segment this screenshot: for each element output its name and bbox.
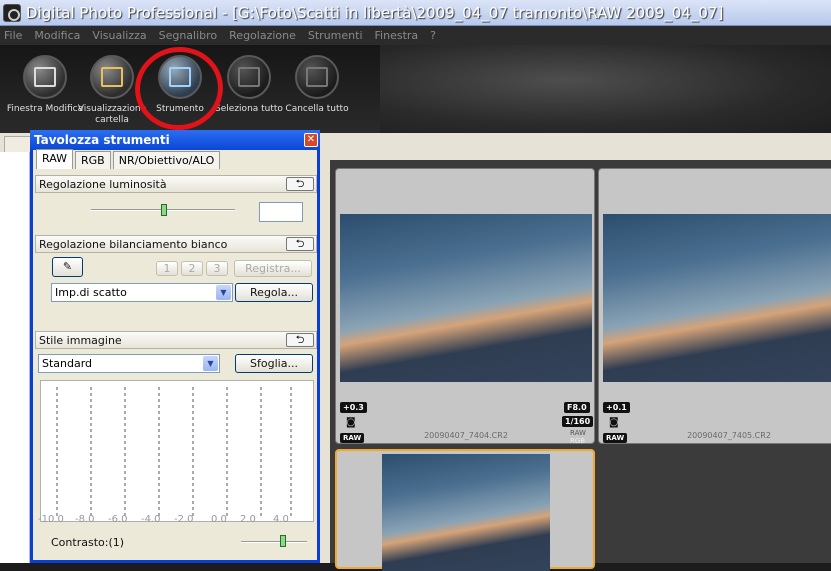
rgb-label: RGB	[570, 437, 586, 445]
menu-regolazione[interactable]: Regolazione	[229, 29, 296, 42]
menu-visualizza[interactable]: Visualizza	[92, 29, 146, 42]
menu-strumenti[interactable]: Strumenti	[308, 29, 363, 42]
thumbnail-image	[382, 454, 550, 571]
exposure-badge: +0.1	[603, 402, 630, 413]
clear-all-button[interactable]: Cancella tutto	[277, 55, 357, 115]
toolbar-background-image	[380, 45, 831, 133]
picture-style-select-value: Standard	[42, 357, 93, 370]
menu-bar: File Modifica Visualizza Segnalibro Rego…	[0, 26, 831, 45]
axis-tick: -6.0	[108, 514, 128, 525]
brightness-reset-icon[interactable]: ⮌	[286, 177, 314, 191]
menu-modifica[interactable]: Modifica	[34, 29, 80, 42]
brightness-value-input[interactable]	[259, 202, 303, 222]
picture-style-select[interactable]: Standard ▼	[38, 354, 220, 373]
axis-tick: 4.0	[273, 514, 289, 525]
axis-tick: 2.0	[240, 514, 256, 525]
browse-button[interactable]: Sfoglia...	[235, 354, 313, 373]
contrast-slider-track[interactable]	[241, 541, 307, 543]
aperture-badge: F8.0	[564, 402, 590, 413]
exposure-badge: +0.3	[340, 402, 367, 413]
brightness-label: Regolazione luminosità	[39, 178, 167, 191]
chevron-down-icon: ▼	[216, 285, 231, 300]
thumbnail-image	[603, 214, 831, 382]
picture-style-section-header: Stile immagine ⮌	[35, 331, 317, 349]
folder-tab[interactable]	[4, 136, 32, 152]
menu-help[interactable]: ?	[430, 29, 436, 42]
axis-tick: 0.0	[211, 514, 227, 525]
picture-style-label: Stile immagine	[39, 334, 122, 347]
panel-title: Tavolozza strumenti	[34, 133, 170, 147]
white-balance-label: Regolazione bilanciamento bianco	[39, 238, 228, 251]
title-bar: Digital Photo Professional - [G:\Foto\Sc…	[0, 0, 831, 26]
raw-label: RAW	[570, 429, 586, 437]
folder-tree-panel	[0, 136, 32, 563]
panel-title-bar[interactable]: Tavolozza strumenti ✕	[30, 130, 320, 150]
white-balance-reset-icon[interactable]: ⮌	[286, 237, 314, 251]
tab-nr-lens-alo[interactable]: NR/Obiettivo/ALO	[112, 151, 221, 169]
raw-badge: RAW	[603, 433, 628, 443]
shutter-badge: 1/160	[562, 416, 594, 427]
white-balance-select-value: Imp.di scatto	[55, 286, 127, 299]
tool-palette-window: Tavolozza strumenti ✕ RAW RGB NR/Obietti…	[30, 130, 320, 563]
clear-all-label: Cancella tutto	[285, 104, 349, 114]
tab-raw[interactable]: RAW	[36, 149, 73, 169]
select-all-icon	[227, 55, 271, 99]
tab-rgb[interactable]: RGB	[75, 151, 111, 169]
close-icon[interactable]: ✕	[304, 133, 318, 147]
wb-slot-1-button[interactable]: 1	[156, 261, 178, 276]
tone-curve-graph[interactable]	[40, 380, 314, 522]
thumbnail-image	[340, 214, 592, 382]
wb-slot-3-button[interactable]: 3	[206, 261, 228, 276]
menu-finestra[interactable]: Finestra	[375, 29, 419, 42]
camera-icon: ◙	[609, 417, 619, 428]
thumbnail-filename: 20090407_7405.CR2	[687, 431, 771, 440]
edit-window-icon	[23, 55, 67, 99]
camera-icon: ◙	[346, 417, 356, 428]
eyedropper-button[interactable]: ✎	[52, 257, 83, 277]
thumbnail-card[interactable]: +0.1 ◙ RAW 20090407_7405.CR2	[598, 168, 831, 444]
axis-tick: -8.0	[75, 514, 95, 525]
contrast-label: Contrasto:(1)	[51, 536, 125, 549]
raw-badge: RAW	[340, 433, 365, 443]
toolbar: Finestra Modifica Visualizzazione cartel…	[0, 45, 831, 133]
adjust-button[interactable]: Regola...	[235, 283, 313, 302]
brightness-section-header: Regolazione luminosità ⮌	[35, 175, 317, 193]
chevron-down-icon: ▼	[203, 356, 218, 371]
brightness-slider-handle[interactable]	[161, 204, 167, 216]
panel-tabs: RAW RGB NR/Obiettivo/ALO	[36, 149, 222, 169]
picture-style-reset-icon[interactable]: ⮌	[286, 333, 314, 347]
white-balance-section-header: Regolazione bilanciamento bianco ⮌	[35, 235, 317, 253]
thumbnail-card[interactable]: +0.3 ◙ RAW F8.0 1/160 RAW RGB 20090407_7…	[335, 168, 595, 445]
menu-file[interactable]: File	[4, 29, 22, 42]
thumbnail-filename: 20090407_7404.CR2	[424, 431, 508, 440]
axis-tick: -2.0	[174, 514, 194, 525]
axis-tick: -4.0	[141, 514, 161, 525]
white-balance-select[interactable]: Imp.di scatto ▼	[51, 283, 233, 302]
contrast-slider-handle[interactable]	[280, 535, 286, 547]
register-button[interactable]: Registra...	[234, 260, 312, 277]
app-camera-icon	[3, 3, 21, 22]
axis-tick: -10.0	[38, 514, 64, 525]
thumbnail-card-selected[interactable]	[335, 449, 595, 571]
thumbnail-grid: +0.3 ◙ RAW F8.0 1/160 RAW RGB 20090407_7…	[330, 160, 831, 571]
menu-segnalibro[interactable]: Segnalibro	[159, 29, 218, 42]
window-title: Digital Photo Professional - [G:\Foto\Sc…	[26, 3, 724, 22]
clear-all-icon	[295, 55, 339, 99]
eyedropper-icon: ✎	[62, 260, 73, 273]
wb-slot-2-button[interactable]: 2	[181, 261, 203, 276]
folder-view-icon	[90, 55, 134, 99]
